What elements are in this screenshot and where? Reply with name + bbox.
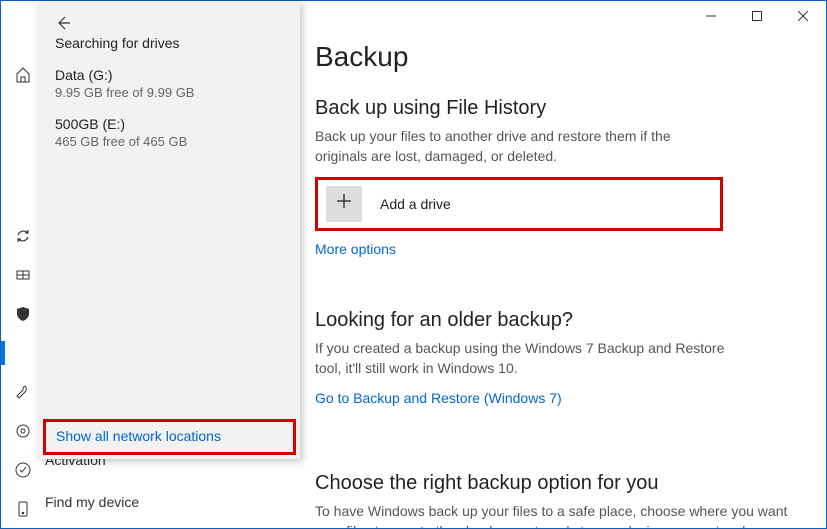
- section-desc: If you created a backup using the Window…: [315, 338, 725, 379]
- drive-free-space: 9.95 GB free of 9.99 GB: [55, 85, 284, 100]
- flyout-heading: Searching for drives: [39, 35, 300, 51]
- add-drive-label: Add a drive: [380, 196, 451, 212]
- page-title: Backup: [315, 41, 810, 73]
- highlight-box: Add a drive: [315, 177, 723, 231]
- show-network-locations-link[interactable]: Show all network locations: [56, 428, 221, 444]
- drive-option[interactable]: 500GB (E:) 465 GB free of 465 GB: [55, 108, 284, 157]
- active-indicator: [1, 341, 5, 365]
- find-device-icon[interactable]: [1, 489, 45, 528]
- drive-name: Data (G:): [55, 67, 284, 83]
- backup-restore-win7-link[interactable]: Go to Backup and Restore (Windows 7): [315, 390, 562, 406]
- drive-flyout: Searching for drives Data (G:) 9.95 GB f…: [39, 1, 300, 459]
- section-desc: To have Windows back up your files to a …: [315, 501, 805, 528]
- section-heading-older: Looking for an older backup?: [315, 309, 810, 332]
- maximize-button[interactable]: [734, 1, 780, 31]
- minimize-button[interactable]: [688, 1, 734, 31]
- main-content: Backup Back up using File History Back u…: [315, 41, 810, 528]
- highlight-box: Show all network locations: [43, 419, 296, 455]
- drive-option[interactable]: Data (G:) 9.95 GB free of 9.99 GB: [55, 59, 284, 108]
- sidebar-item-label: Find my device: [45, 494, 139, 510]
- section-heading-filehistory: Back up using File History: [315, 97, 810, 120]
- plus-icon: [336, 192, 352, 215]
- section-heading-choose: Choose the right backup option for you: [315, 472, 810, 495]
- drive-free-space: 465 GB free of 465 GB: [55, 134, 284, 149]
- add-drive-button[interactable]: [326, 186, 362, 222]
- close-button[interactable]: [780, 1, 826, 31]
- more-options-link[interactable]: More options: [315, 241, 396, 257]
- drive-name: 500GB (E:): [55, 116, 284, 132]
- section-desc: Back up your files to another drive and …: [315, 126, 725, 167]
